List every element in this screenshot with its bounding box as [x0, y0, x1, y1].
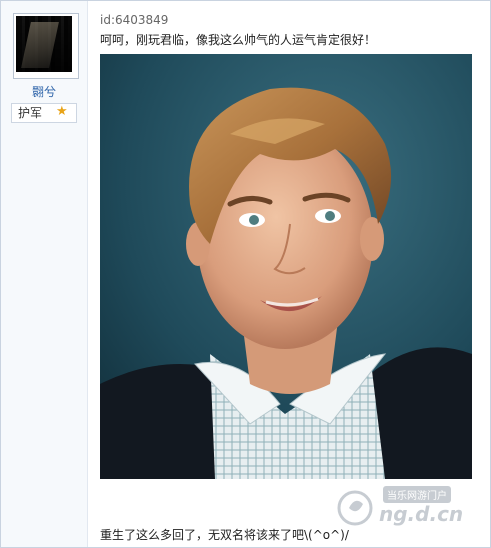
- watermark-tagline: 当乐网游门户: [383, 486, 451, 503]
- avatar[interactable]: [16, 16, 72, 72]
- rank-star-icon: ★: [56, 104, 68, 119]
- rank-badge: 护军 ★: [11, 103, 77, 123]
- portrait-image: [100, 54, 472, 479]
- post-footer-text: 重生了这么多回了，无双名将该来了吧\(^o^)/: [100, 528, 349, 542]
- rank-label: 护军: [18, 106, 43, 120]
- post-text: 呵呵，刚玩君临，像我这么帅气的人运气肯定很好！: [100, 33, 377, 47]
- watermark-domain: ng.d.cn: [379, 502, 464, 526]
- post-id: id:6403849: [100, 13, 169, 27]
- watermark: 当乐网游门户 ng.d.cn: [335, 482, 475, 532]
- avatar-frame[interactable]: [13, 13, 79, 79]
- post-photo[interactable]: [100, 54, 472, 479]
- username-link[interactable]: 翾兮: [1, 83, 87, 100]
- user-sidebar: 翾兮 护军 ★: [1, 1, 88, 547]
